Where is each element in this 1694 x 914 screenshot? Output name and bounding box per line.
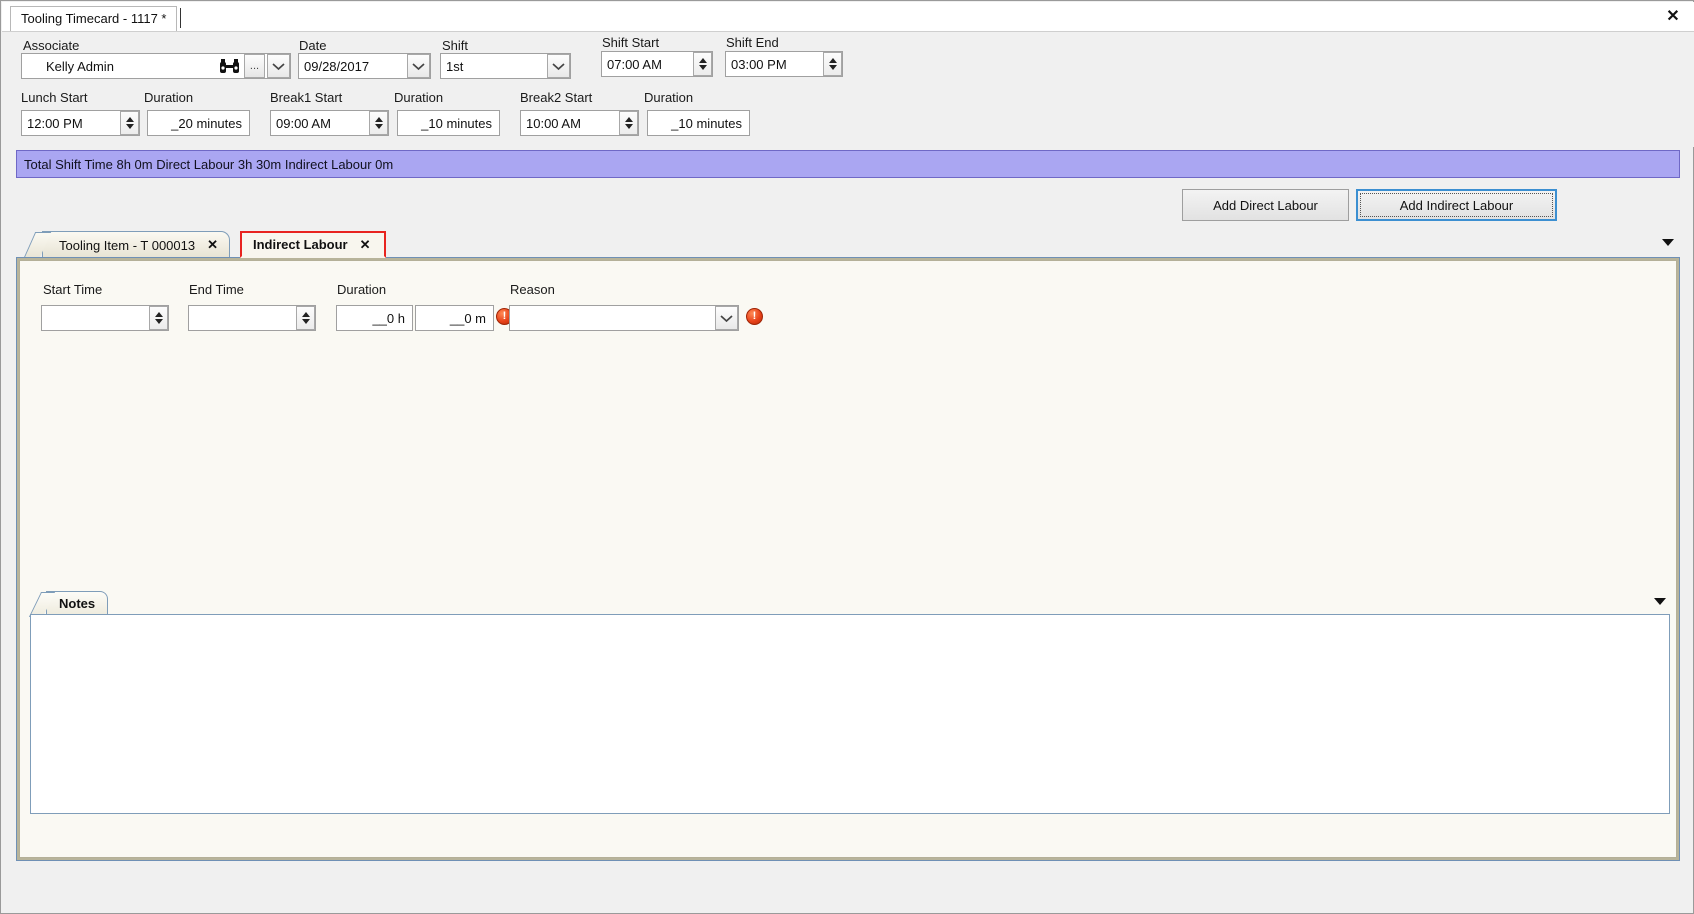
shift-summary-text: Total Shift Time 8h 0m Direct Labour 3h … (24, 156, 394, 172)
shift-end-label: Shift End (726, 35, 779, 50)
lunch-duration-label: Duration (144, 90, 194, 105)
break2-duration-label: Duration (644, 90, 694, 105)
lunch-duration-value: _20 minutes (171, 115, 242, 131)
tab-indirect-labour-label: Indirect Labour (253, 237, 348, 252)
notes-value (31, 615, 1669, 623)
break1-duration-value: _10 minutes (421, 115, 492, 131)
reason-label: Reason (510, 282, 555, 297)
shift-start-field[interactable]: 07:00 AM (601, 51, 713, 77)
shift-label: Shift (442, 38, 469, 53)
shift-end-spinner[interactable] (823, 52, 842, 76)
tooling-timecard-window: Tooling Timecard - 1117 * ✕ Associate Ke… (0, 0, 1694, 914)
shift-end-value: 03:00 PM (731, 56, 787, 72)
start-time-label: Start Time (43, 282, 103, 297)
tab-tooling-item-close-icon[interactable]: ✕ (207, 237, 218, 253)
date-value: 09/28/2017 (304, 58, 370, 74)
break1-start-value: 09:00 AM (276, 115, 331, 131)
tab-notes[interactable]: Notes (46, 591, 109, 615)
break1-start-label: Break1 Start (270, 90, 343, 105)
start-time-spinner[interactable] (149, 306, 168, 330)
title-bar: Tooling Timecard - 1117 * ✕ (2, 2, 1694, 32)
tab-notes-label: Notes (59, 596, 96, 611)
end-time-field[interactable] (188, 305, 316, 331)
duration-minutes-field[interactable]: __0 m (415, 305, 494, 331)
reason-dropdown-icon[interactable] (715, 306, 738, 330)
tab-indirect-labour-close-icon[interactable]: ✕ (360, 237, 371, 253)
lunch-duration-field[interactable]: _20 minutes (147, 110, 250, 136)
notes-overflow-chevron-down-icon[interactable] (1654, 598, 1666, 605)
notes-tab-strip: Notes (30, 591, 1670, 615)
associate-value: Kelly Admin (46, 58, 114, 74)
tab-tooling-item-label: Tooling Item - T 000013 (59, 237, 196, 253)
shift-summary-bar: Total Shift Time 8h 0m Direct Labour 3h … (16, 150, 1680, 178)
break1-start-spinner[interactable] (369, 111, 388, 135)
tab-content-panel: Start Time End Time Duration __0 h ! __0… (16, 257, 1680, 861)
break1-duration-field[interactable]: _10 minutes (397, 110, 500, 136)
start-time-field[interactable] (41, 305, 169, 331)
shift-start-spinner[interactable] (693, 52, 712, 76)
lunch-start-label: Lunch Start (21, 90, 88, 105)
document-tab[interactable]: Tooling Timecard - 1117 * (10, 6, 178, 31)
duration-hours-field[interactable]: __0 h (336, 305, 413, 331)
close-window-button[interactable]: ✕ (1662, 6, 1684, 28)
reason-field[interactable] (509, 305, 739, 331)
tab-overflow-chevron-down-icon[interactable] (1662, 239, 1674, 246)
duration-minutes-value: __0 m (449, 310, 486, 326)
duration-hours-value: __0 h (372, 310, 405, 326)
lunch-start-field[interactable]: 12:00 PM (21, 110, 140, 136)
duration-label: Duration (337, 282, 387, 297)
date-field[interactable]: 09/28/2017 (298, 53, 431, 79)
shift-end-field[interactable]: 03:00 PM (725, 51, 843, 77)
shift-start-label: Shift Start (602, 35, 660, 50)
text-caret (180, 8, 181, 28)
date-dropdown-icon[interactable] (407, 54, 430, 78)
header-form: Associate Kelly Admin ... Date 09/28/201… (2, 32, 1694, 147)
break2-duration-value: _10 minutes (671, 115, 742, 131)
tab-indirect-labour[interactable]: Indirect Labour ✕ (240, 231, 386, 258)
tab-tooling-item[interactable]: Tooling Item - T 000013 ✕ (42, 231, 230, 258)
add-indirect-labour-button[interactable]: Add Indirect Labour (1356, 189, 1557, 221)
shift-dropdown-icon[interactable] (547, 54, 570, 78)
end-time-label: End Time (189, 282, 244, 297)
associate-ellipsis-button[interactable]: ... (244, 54, 265, 78)
break2-start-value: 10:00 AM (526, 115, 581, 131)
associate-label: Associate (23, 38, 80, 53)
reason-error-icon[interactable]: ! (746, 308, 763, 325)
associate-field[interactable]: Kelly Admin ... (21, 53, 291, 79)
shift-field[interactable]: 1st (440, 53, 571, 79)
shift-value: 1st (446, 58, 464, 74)
break1-duration-label: Duration (394, 90, 444, 105)
break2-duration-field[interactable]: _10 minutes (647, 110, 750, 136)
document-tab-label: Tooling Timecard - 1117 * (21, 11, 167, 26)
break2-start-label: Break2 Start (520, 90, 593, 105)
associate-dropdown-icon[interactable] (267, 54, 290, 78)
break1-start-field[interactable]: 09:00 AM (270, 110, 389, 136)
lunch-start-spinner[interactable] (120, 111, 139, 135)
break2-start-spinner[interactable] (619, 111, 638, 135)
end-time-spinner[interactable] (296, 306, 315, 330)
add-direct-labour-button[interactable]: Add Direct Labour (1182, 189, 1349, 221)
notes-textarea[interactable] (30, 614, 1670, 814)
add-direct-labour-label: Add Direct Labour (1213, 197, 1318, 213)
focus-rectangle (1360, 193, 1553, 217)
shift-start-value: 07:00 AM (607, 56, 662, 72)
break2-start-field[interactable]: 10:00 AM (520, 110, 639, 136)
date-label: Date (299, 38, 327, 53)
lunch-start-value: 12:00 PM (27, 115, 83, 131)
indirect-labour-pane: Start Time End Time Duration __0 h ! __0… (19, 260, 1677, 858)
binoculars-icon[interactable] (217, 56, 241, 76)
main-tab-strip: Tooling Item - T 000013 ✕ Indirect Labou… (16, 231, 1680, 258)
